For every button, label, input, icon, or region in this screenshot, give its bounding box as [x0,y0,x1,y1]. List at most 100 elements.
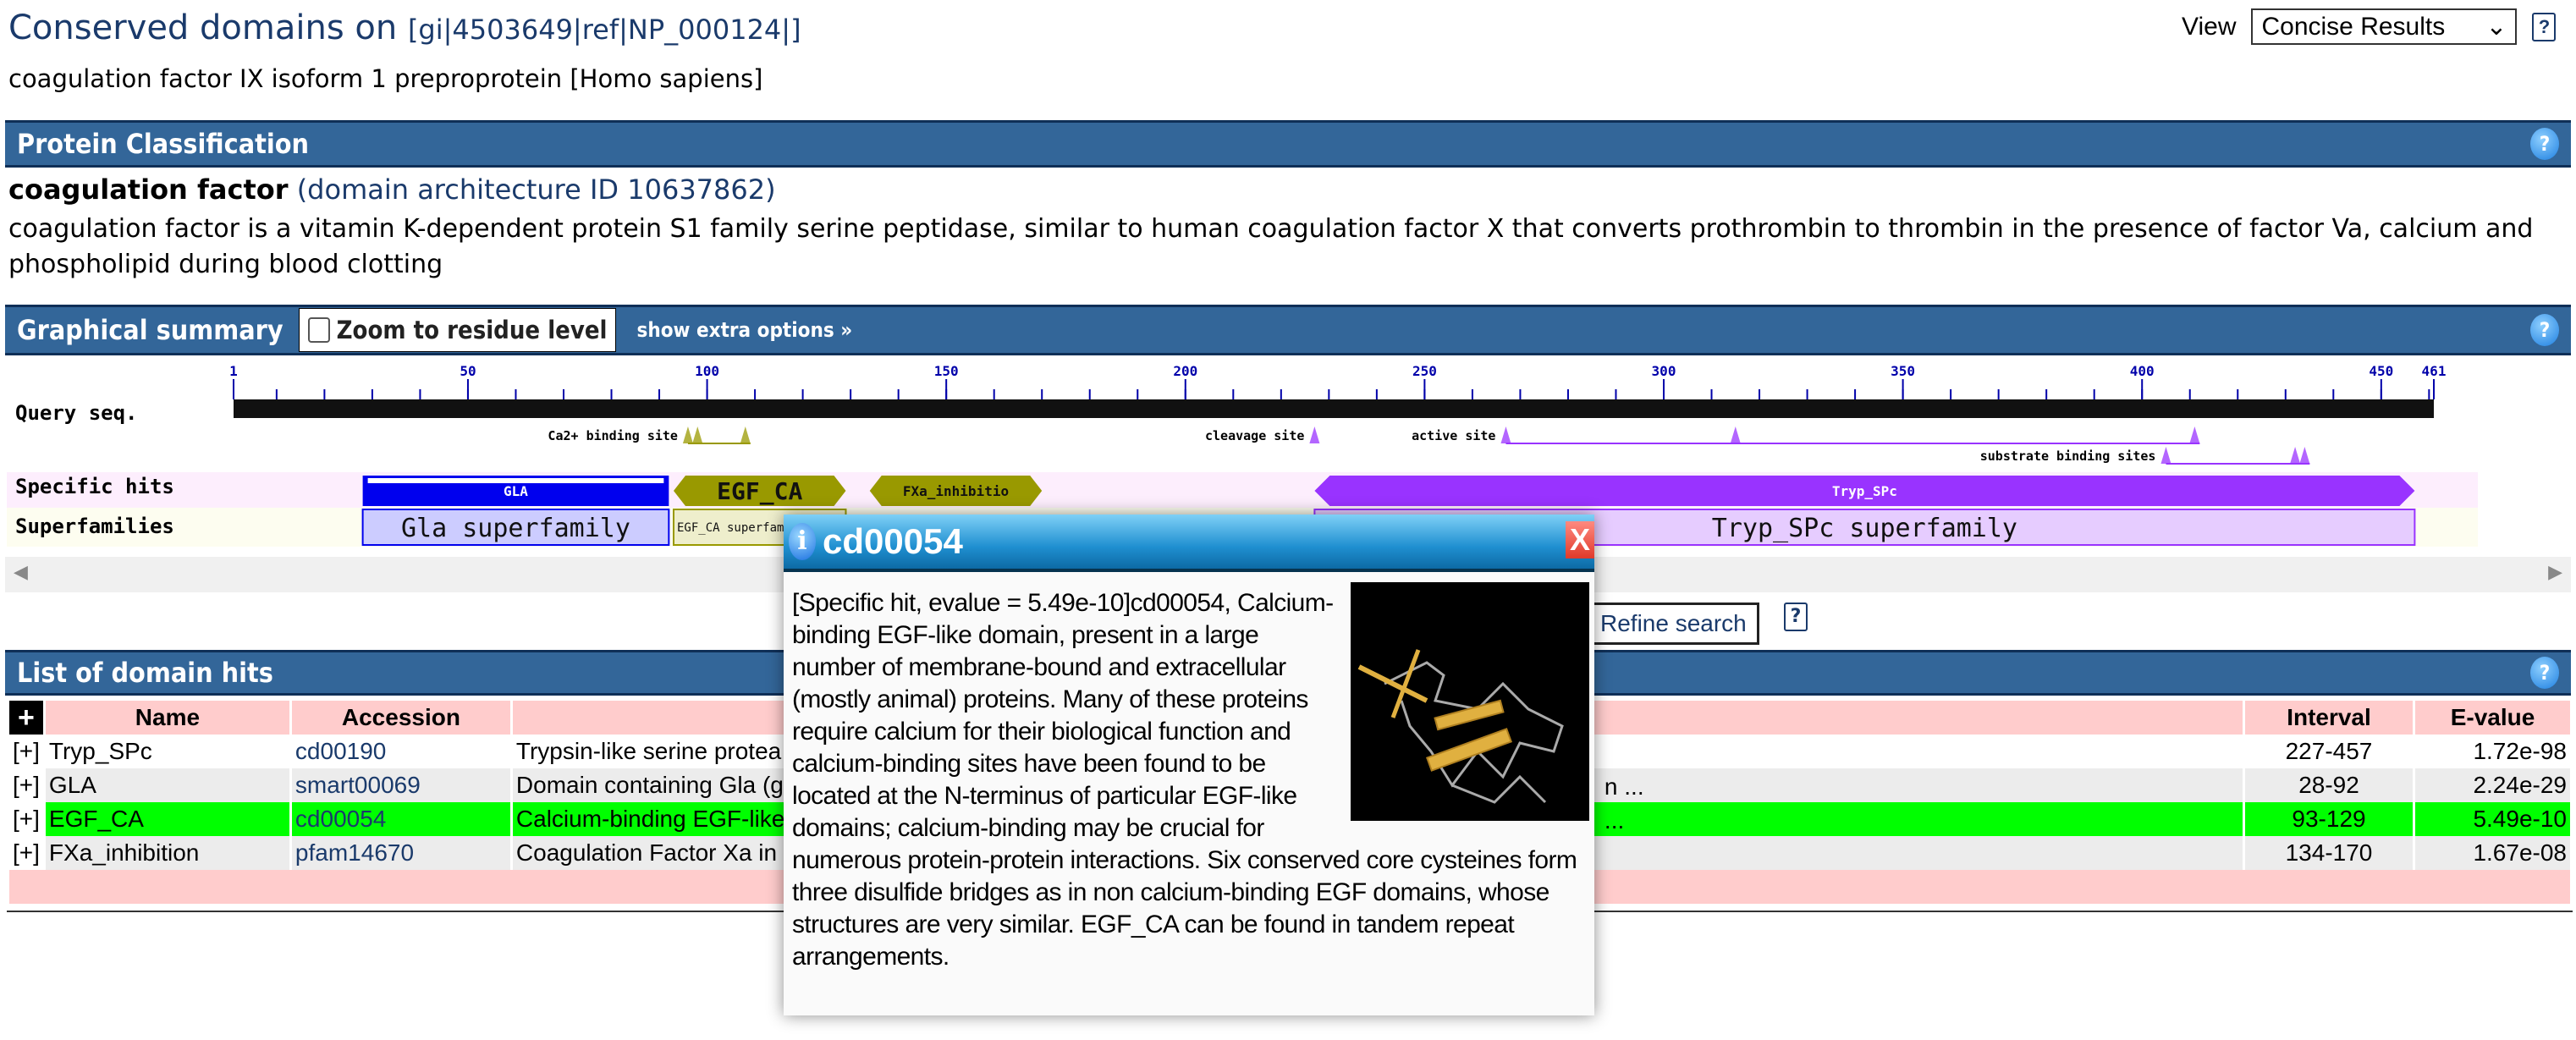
expand-row-button[interactable]: [+] [9,836,43,870]
description-tail: n ... [1604,773,1644,800]
site-marker-icon[interactable] [2290,447,2301,464]
tick-label: 461 [2422,363,2447,379]
expand-row-button[interactable]: [+] [9,768,43,802]
site-marker-icon[interactable] [692,426,703,443]
site-label: Ca2+ binding site [548,428,678,443]
zoom-label: Zoom to residue level [336,316,608,344]
scroll-right-icon[interactable]: ▶ [2548,562,2562,583]
checkbox-icon[interactable] [307,317,330,343]
query-sequence-bar [234,399,2434,418]
chevron-down-icon: ⌄ [2485,13,2507,41]
col-name[interactable]: Name [45,701,289,735]
hit-name: FXa_inhibition [45,836,289,870]
hit-label: GLA [504,483,528,499]
architecture-heading: coagulation factor (domain architecture … [8,173,776,206]
tick-label: 350 [1891,363,1915,379]
col-evalue[interactable]: E-value [2415,701,2570,735]
site-marker-icon[interactable] [1500,426,1511,443]
show-extra-options-link[interactable]: show extra options » [636,318,852,342]
hit-label: Tryp_SPc [1832,483,1897,499]
site-label: active site [1412,428,1495,443]
evalue: 1.72e-98 [2415,735,2570,768]
hit-name: Tryp_SPc [45,735,289,768]
section-title: Protein Classification [17,128,310,160]
refine-search-button[interactable]: Refine search [1588,603,1759,645]
interval: 93-129 [2245,802,2413,836]
description-tail: ... [1604,807,1625,834]
classification-name: coagulation factor [8,173,289,206]
superfamily-label: Tryp_SPc superfamily [1712,514,2017,543]
query-seq-label: Query seq. [15,401,138,425]
site-label: cleavage site [1205,428,1304,443]
view-select[interactable]: Concise Results ⌄ [2251,8,2518,45]
accession-link[interactable]: cd00190 [291,735,510,768]
evalue: 1.67e-08 [2415,836,2570,870]
popup-title: cd00054 [823,521,963,561]
site-marker-icon[interactable] [682,426,693,443]
query-id: [gi|4503649|ref|NP_000124|] [407,14,801,46]
close-icon[interactable]: X [1566,521,1594,559]
section-title: Graphical summary [17,314,283,346]
description-text: Domain containing Gla (g [515,772,784,798]
site-label: substrate binding sites [1980,448,2156,464]
scroll-left-icon[interactable]: ◀ [14,562,28,583]
architecture-id-link[interactable]: (domain architecture ID 10637862) [297,173,776,206]
tick-label: 50 [460,363,476,379]
help-icon[interactable]: ? [1784,603,1808,631]
help-icon[interactable]: ? [2530,128,2559,160]
popup-description: [Specific hit, evalue = 5.49e-10]cd00054… [792,587,1588,973]
evalue: 2.24e-29 [2415,768,2570,802]
expand-all-icon[interactable]: + [9,701,43,735]
tick-label: 150 [934,363,959,379]
site-marker-icon[interactable] [740,426,751,443]
expand-row-button[interactable]: [+] [9,735,43,768]
superfamilies-label: Superfamilies [15,514,174,538]
protein-name: coagulation factor IX isoform 1 prepropr… [8,64,763,93]
accession-link[interactable]: smart00069 [291,768,510,802]
accession-link[interactable]: cd00054 [291,802,510,836]
site-marker-icon[interactable] [1730,426,1741,443]
tick-label: 400 [2130,363,2155,379]
section-title: List of domain hits [17,657,273,689]
zoom-residue-checkbox[interactable]: Zoom to residue level [298,308,617,352]
view-selected: Concise Results [2261,12,2446,41]
graphical-summary-bar: Graphical summary Zoom to residue level … [5,305,2571,355]
description-text: Trypsin-like serine protea [515,738,782,764]
info-icon: i [789,523,816,560]
site-marker-icon[interactable] [1309,426,1320,443]
help-icon[interactable]: ? [2530,314,2559,346]
title-text: Conserved domains on [8,8,398,47]
tick-label: 1 [229,363,238,379]
view-control: View Concise Results ⌄ ? [2182,8,2557,45]
specific-hits-label: Specific hits [15,475,174,498]
tick-label: 300 [1652,363,1676,379]
tick-label: 450 [2369,363,2393,379]
description-text: Coagulation Factor Xa in [515,839,778,866]
page-title: Conserved domains on [gi|4503649|ref|NP_… [8,8,801,47]
expand-row-button[interactable]: [+] [9,802,43,836]
protein-classification-bar: Protein Classification ? [5,120,2571,168]
interval: 227-457 [2245,735,2413,768]
col-accession[interactable]: Accession [291,701,510,735]
help-icon[interactable]: ? [2530,657,2559,689]
description-text: Calcium-binding EGF-like [515,806,785,832]
tick-label: 100 [695,363,719,379]
site-marker-icon[interactable] [2189,426,2200,443]
help-icon[interactable]: ? [2532,12,2557,41]
hit-name: EGF_CA [45,802,289,836]
view-label: View [2182,12,2237,41]
tick-label: 200 [1173,363,1197,379]
interval: 28-92 [2245,768,2413,802]
evalue: 5.49e-10 [2415,802,2570,836]
interval: 134-170 [2245,836,2413,870]
accession-link[interactable]: pfam14670 [291,836,510,870]
col-interval[interactable]: Interval [2245,701,2413,735]
tick-label: 250 [1412,363,1437,379]
site-marker-icon[interactable] [2160,447,2171,464]
hit-name: GLA [45,768,289,802]
domain-info-popup: i cd00054 X [Specific hit, evalue = 5.49… [784,514,1594,1015]
popup-header[interactable]: i cd00054 X [784,514,1594,572]
hit-label: FXa_inhibitio [903,483,1009,499]
site-marker-icon[interactable] [2299,447,2310,464]
superfamily-label: Gla superfamily [401,514,630,543]
